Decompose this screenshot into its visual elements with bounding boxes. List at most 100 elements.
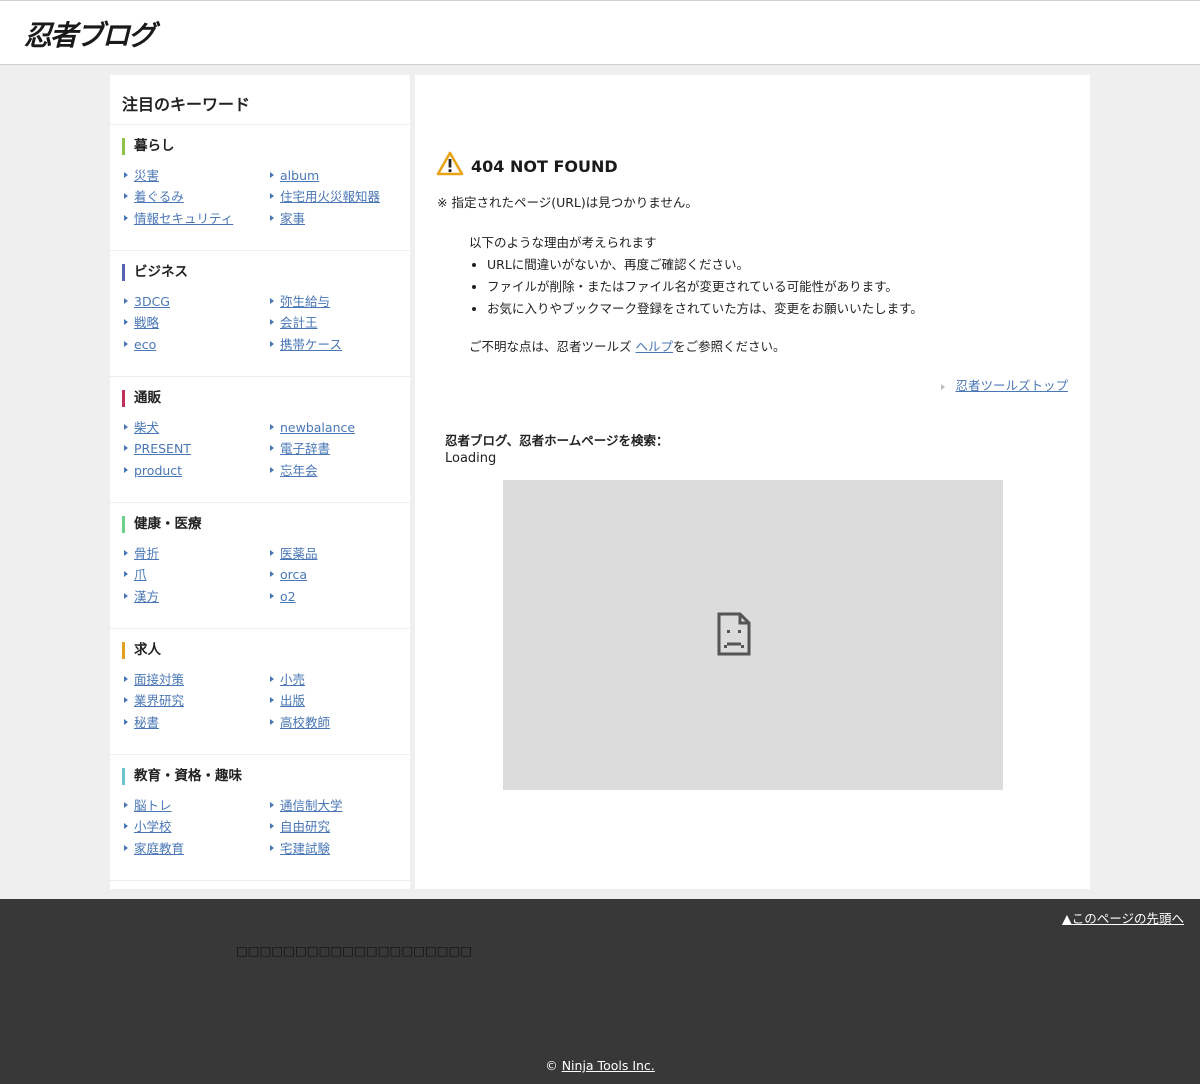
keyword-section-heading: 教育・資格・趣味 — [122, 768, 410, 785]
keyword-item: 医薬品 — [270, 545, 318, 563]
footer-garbled-text: □□□□□□□□□□□□□□□□□□□□ — [236, 943, 473, 958]
keyword-link[interactable]: 柴犬 — [134, 420, 159, 435]
keyword-link[interactable]: 面接対策 — [134, 672, 184, 687]
keyword-link[interactable]: 情報セキュリティ — [134, 211, 233, 226]
site-footer: ▲このページの先頭へ □□□□□□□□□□□□□□□□□□□□ © Ninja … — [0, 899, 1200, 1084]
keyword-item: 高校教師 — [269, 714, 330, 732]
keyword-link[interactable]: 3DCG — [134, 294, 170, 309]
keyword-item: orca — [269, 566, 307, 584]
keyword-link[interactable]: 携帯ケース — [280, 337, 342, 352]
keyword-section: ビジネス 3DCG 弥生給与戦略 会計王 eco 携帯ケース — [110, 251, 410, 377]
keyword-item: 骨折 — [123, 545, 159, 563]
keyword-link[interactable]: 骨折 — [134, 546, 159, 561]
keyword-item: 小売 — [269, 671, 305, 689]
keyword-item: 3DCG — [124, 293, 170, 311]
keyword-link[interactable]: 着ぐるみ — [134, 189, 184, 204]
keyword-section: 求人 面接対策 小売 業界研究 出版 秘書 高校教師 — [110, 629, 410, 755]
keyword-link[interactable]: 電子辞書 — [280, 441, 330, 456]
sidebar-title: 注目のキーワード — [110, 75, 410, 125]
reasons-intro: 以下のような理由が考えられます — [469, 235, 657, 250]
site-logo[interactable]: 忍者ブログ — [24, 14, 156, 54]
page-top-link[interactable]: ▲このページの先頭へ — [1062, 908, 1184, 927]
keyword-link[interactable]: 弥生給与 — [280, 294, 330, 309]
keyword-link[interactable]: 忘年会 — [280, 463, 318, 478]
help-line: ご不明な点は、忍者ツールズ ヘルプをご参照ください。 — [469, 336, 786, 355]
keyword-section-heading: ビジネス — [122, 264, 410, 281]
reasons-list: URLに間違いがないか、再度ご確認ください。 ファイルが削除・またはファイル名が… — [487, 254, 923, 320]
keyword-section-heading: 健康・医療 — [122, 516, 410, 533]
keyword-item: 忘年会 — [270, 462, 318, 480]
keyword-item: 電子辞書 — [269, 440, 330, 458]
keyword-link[interactable]: 業界研究 — [134, 693, 184, 708]
keyword-link[interactable]: 災害 — [134, 168, 159, 183]
copyright-link[interactable]: Ninja Tools Inc. — [562, 1058, 655, 1073]
keyword-link[interactable]: 小学校 — [134, 819, 172, 834]
keyword-item: 弥生給与 — [269, 293, 330, 311]
keyword-link[interactable]: 家事 — [280, 211, 305, 226]
keyword-link[interactable]: 漢方 — [134, 589, 159, 604]
keyword-item: 家庭教育 — [123, 840, 184, 858]
keyword-link[interactable]: 戦略 — [134, 315, 159, 330]
keyword-link[interactable]: 小売 — [280, 672, 305, 687]
keyword-section: 教育・資格・趣味脳トレ 通信制大学小学校 自由研究家庭教育 宅建試験 — [110, 755, 410, 881]
keyword-sidebar: 注目のキーワード 暮らし 災害 album 着ぐるみ 住宅用火災報知器 情報セキュリティ家… — [110, 75, 410, 889]
keyword-item: product — [123, 462, 182, 480]
keyword-link[interactable]: 高校教師 — [280, 715, 330, 730]
keyword-item: 脳トレ — [124, 797, 172, 815]
loading-text: Loading — [445, 451, 497, 466]
keyword-item: 柴犬 — [123, 419, 159, 437]
keyword-link[interactable]: 脳トレ — [134, 798, 172, 813]
not-found-note: ※ 指定されたページ(URL)は見つかりません。 — [437, 195, 698, 210]
keyword-link[interactable]: product — [134, 463, 182, 478]
keyword-link[interactable]: 宅建試験 — [280, 841, 330, 856]
keyword-item: 出版 — [269, 692, 305, 710]
keyword-item: 住宅用火災報知器 — [269, 188, 380, 206]
keyword-item: 爪 — [124, 566, 147, 584]
keyword-link[interactable]: 家庭教育 — [134, 841, 184, 856]
keyword-item: 秘書 — [123, 714, 159, 732]
site-header: 忍者ブログ — [0, 0, 1200, 65]
keyword-link[interactable]: orca — [280, 567, 307, 582]
help-prefix: ご不明な点は、忍者ツールズ — [469, 339, 636, 354]
keyword-item: 戦略 — [123, 314, 159, 332]
help-link[interactable]: ヘルプ — [635, 339, 673, 354]
keyword-item: 宅建試験 — [269, 840, 330, 858]
broken-page-icon — [717, 612, 751, 656]
keyword-item: 業界研究 — [123, 692, 184, 710]
keyword-item: 漢方 — [123, 588, 159, 606]
copyright: © Ninja Tools Inc. — [0, 1058, 1200, 1073]
keyword-section: 健康・医療骨折 医薬品爪 orca 漢方 o2 — [110, 503, 410, 629]
search-label: 忍者ブログ、忍者ホームページを検索： — [445, 433, 669, 448]
keyword-item: 自由研究 — [269, 818, 330, 836]
keyword-link[interactable]: 通信制大学 — [280, 798, 343, 813]
reasons-block: 以下のような理由が考えられます URLに間違いがないか、再度ご確認ください。 フ… — [469, 232, 923, 320]
keyword-link[interactable]: 出版 — [280, 693, 305, 708]
keyword-link[interactable]: 爪 — [134, 567, 147, 582]
keyword-item: 家事 — [269, 210, 305, 228]
tools-top-link[interactable]: 忍者ツールズトップ — [955, 378, 1068, 393]
keyword-link[interactable]: eco — [134, 337, 156, 352]
keyword-link[interactable]: o2 — [280, 589, 296, 604]
keyword-section-heading: 通販 — [122, 390, 410, 407]
keyword-item: 面接対策 — [123, 671, 184, 689]
keyword-item: 着ぐるみ — [124, 188, 184, 206]
keyword-link[interactable]: 医薬品 — [280, 546, 318, 561]
embedded-search-frame[interactable] — [503, 480, 1003, 790]
keyword-link[interactable]: 秘書 — [134, 715, 159, 730]
tools-top-link-wrap: 忍者ツールズトップ — [941, 375, 1068, 394]
keyword-link[interactable]: 会計王 — [280, 315, 318, 330]
keyword-item: 小学校 — [124, 818, 172, 836]
keyword-link[interactable]: album — [280, 168, 319, 183]
keyword-item: o2 — [270, 588, 296, 606]
keyword-link[interactable]: 自由研究 — [280, 819, 330, 834]
reason-item: URLに間違いがないか、再度ご確認ください。 — [487, 254, 923, 276]
keyword-item: 情報セキュリティ — [123, 210, 233, 228]
copyright-symbol: © — [545, 1058, 562, 1073]
keyword-item: 災害 — [123, 167, 159, 185]
keyword-item: newbalance — [269, 419, 355, 437]
keyword-link[interactable]: 住宅用火災報知器 — [280, 189, 380, 204]
warning-icon — [436, 151, 464, 176]
keyword-link[interactable]: newbalance — [280, 420, 355, 435]
keyword-link[interactable]: PRESENT — [134, 441, 191, 456]
keyword-item: album — [269, 167, 319, 185]
